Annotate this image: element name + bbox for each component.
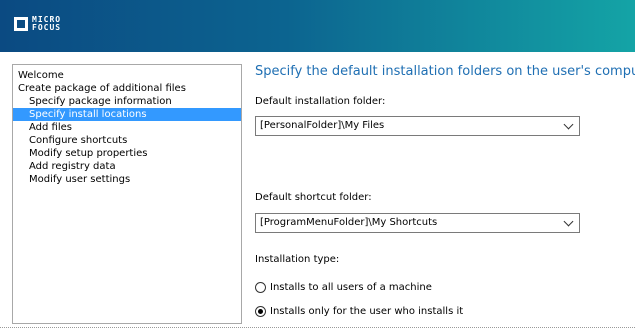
- chevron-down-icon[interactable]: [563, 216, 574, 227]
- shortcut-folder-label: Default shortcut folder:: [255, 192, 372, 203]
- radio-all-users-label: Installs to all users of a machine: [270, 281, 432, 293]
- shortcut-folder-value: [ProgramMenuFolder]\My Shortcuts: [260, 217, 438, 228]
- install-folder-value: [PersonalFolder]\My Files: [260, 120, 385, 131]
- nav-item-user-settings[interactable]: Modify user settings: [13, 173, 241, 186]
- dotted-divider: [0, 327, 635, 328]
- page-title: Specify the default installation folders…: [255, 64, 635, 79]
- installation-type-label: Installation type:: [255, 254, 340, 265]
- nav-item-welcome[interactable]: Welcome: [13, 69, 241, 82]
- radio-button-checked-icon[interactable]: [255, 305, 266, 317]
- main-panel: Specify the default installation folders…: [255, 64, 635, 324]
- install-folder-label: Default installation folder:: [255, 96, 386, 107]
- nav-item-install-locations[interactable]: Specify install locations: [13, 108, 241, 121]
- logo-line-2: FOCUS: [32, 23, 62, 32]
- nav-item-registry-data[interactable]: Add registry data: [13, 160, 241, 173]
- radio-current-user-label: Installs only for the user who installs …: [270, 305, 464, 317]
- nav-item-add-files[interactable]: Add files: [13, 121, 241, 134]
- wizard-step-list[interactable]: Welcome Create package of additional fil…: [12, 64, 242, 324]
- nav-item-setup-properties[interactable]: Modify setup properties: [13, 147, 241, 160]
- nav-item-configure-shortcuts[interactable]: Configure shortcuts: [13, 134, 241, 147]
- radio-all-users[interactable]: Installs to all users of a machine: [255, 280, 432, 294]
- logo-square-icon: [14, 17, 28, 31]
- radio-button-icon[interactable]: [255, 281, 266, 293]
- nav-item-create-package[interactable]: Create package of additional files: [13, 82, 241, 95]
- logo-text: MICRO FOCUS: [32, 16, 61, 32]
- install-folder-combobox[interactable]: [PersonalFolder]\My Files: [255, 116, 580, 136]
- shortcut-folder-combobox[interactable]: [ProgramMenuFolder]\My Shortcuts: [255, 213, 580, 233]
- radio-current-user[interactable]: Installs only for the user who installs …: [255, 304, 463, 318]
- micro-focus-logo: MICRO FOCUS: [14, 14, 61, 34]
- nav-item-package-information[interactable]: Specify package information: [13, 95, 241, 108]
- app-header: MICRO FOCUS: [0, 0, 635, 52]
- chevron-down-icon[interactable]: [563, 119, 574, 130]
